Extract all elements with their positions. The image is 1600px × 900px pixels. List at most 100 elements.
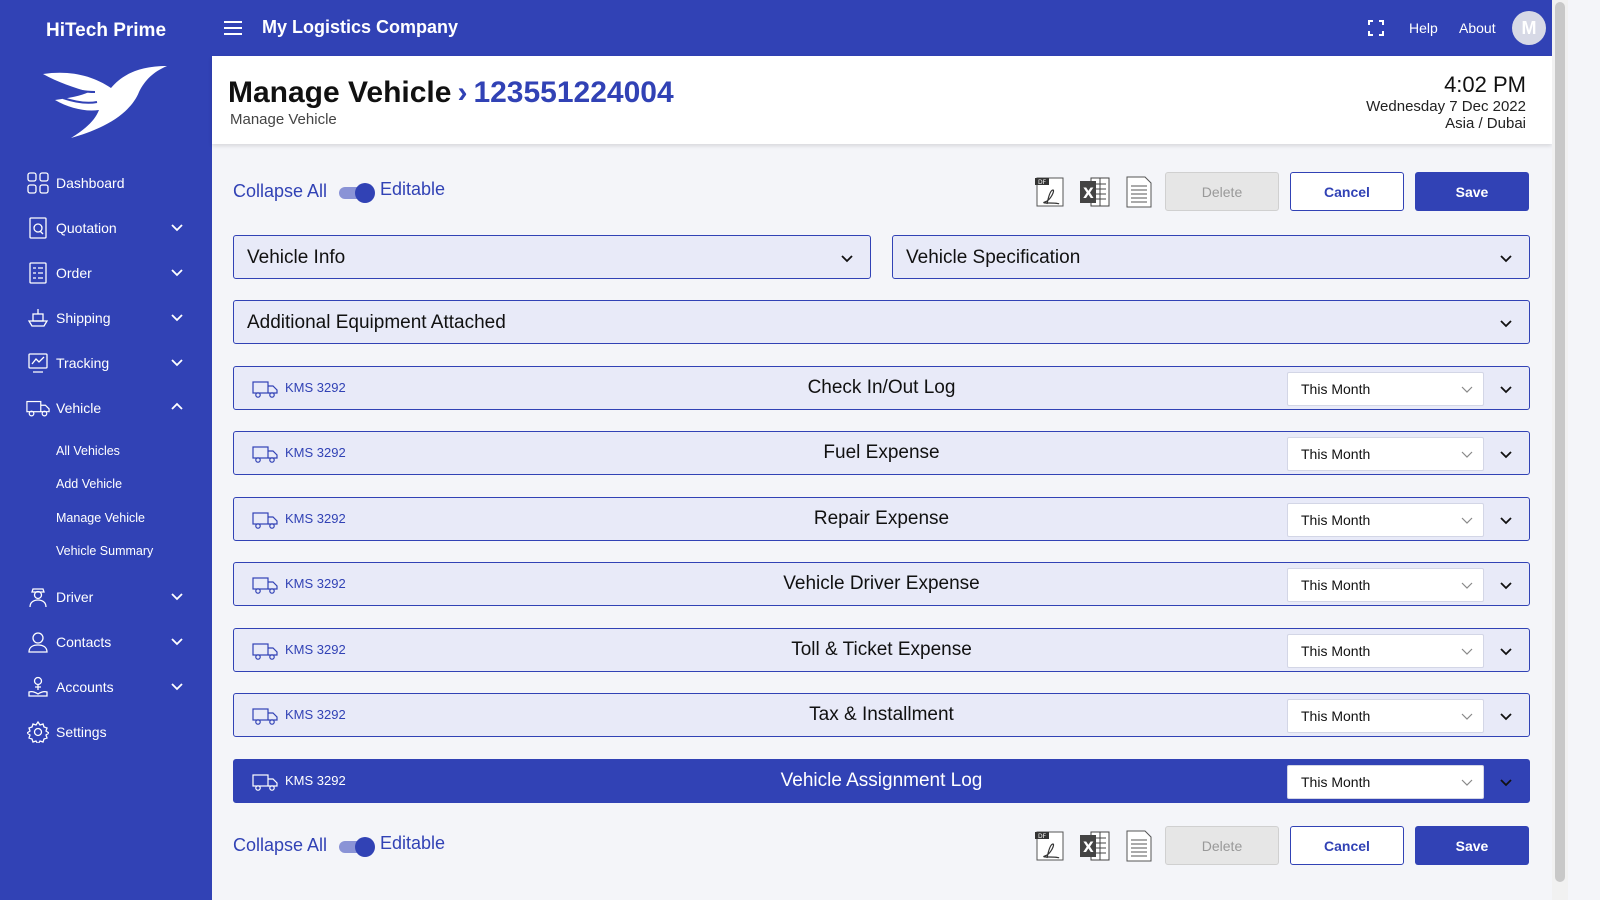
log-row-tax-installment[interactable]: KMS 3292 Tax & Installment This Month: [233, 693, 1530, 737]
svg-text:X: X: [1083, 840, 1094, 856]
cancel-button[interactable]: Cancel: [1290, 826, 1404, 865]
collapse-all-link[interactable]: Collapse All: [233, 181, 327, 202]
panel-title: Vehicle Info: [247, 247, 346, 268]
vehicle-specification-panel[interactable]: Vehicle Specification: [892, 235, 1530, 279]
avatar[interactable]: M: [1512, 11, 1546, 45]
about-link[interactable]: About: [1459, 20, 1496, 36]
sidebar-item-label: Vehicle: [56, 399, 102, 416]
vehicle-plate: KMS 3292: [285, 511, 346, 526]
delete-button[interactable]: Delete: [1165, 172, 1279, 211]
sidebar-item-settings[interactable]: Settings: [0, 709, 212, 754]
chevron-down-icon: [1500, 451, 1512, 459]
chevron-down-icon: [1500, 255, 1512, 263]
sidebar-item-label: Settings: [56, 723, 107, 740]
period-select-value: This Month: [1301, 577, 1371, 593]
submenu-all-vehicles[interactable]: All Vehicles: [0, 434, 212, 468]
chevron-up-icon: [171, 402, 183, 410]
period-select[interactable]: This Month: [1287, 568, 1484, 602]
editable-toggle[interactable]: [339, 182, 375, 203]
submenu-vehicle-summary[interactable]: Vehicle Summary: [0, 535, 212, 569]
truck-icon: [252, 708, 278, 725]
sidebar-item-label: Quotation: [56, 219, 117, 236]
save-button[interactable]: Save: [1415, 172, 1529, 211]
pdf-export-icon[interactable]: DF: [1033, 828, 1069, 864]
sidebar-item-label: Tracking: [56, 354, 110, 371]
log-row-vehicle-assignment[interactable]: KMS 3292 Vehicle Assignment Log This Mon…: [233, 759, 1530, 803]
sidebar-item-tracking[interactable]: Tracking: [0, 340, 212, 385]
sidebar-item-order[interactable]: Order: [0, 250, 212, 295]
sidebar-item-quotation[interactable]: Quotation: [0, 205, 212, 250]
svg-text:DF: DF: [1038, 833, 1047, 840]
editable-label: Editable: [380, 833, 446, 853]
chevron-down-icon: [171, 359, 183, 367]
period-select-value: This Month: [1301, 774, 1371, 790]
editable-toggle[interactable]: [339, 836, 375, 857]
chevron-down-icon: [841, 255, 853, 263]
top-toolbar: Collapse All Editable DF X Delete Cancel…: [233, 171, 1530, 213]
chevron-down-icon: [1500, 386, 1512, 394]
chevron-down-icon: [1500, 713, 1512, 721]
page-subtitle: Manage Vehicle: [230, 111, 337, 128]
collapse-all-link[interactable]: Collapse All: [233, 835, 327, 856]
delete-button[interactable]: Delete: [1165, 826, 1279, 865]
scrollbar-thumb[interactable]: [1555, 2, 1565, 882]
sidebar-item-contacts[interactable]: Contacts: [0, 619, 212, 664]
document-export-icon[interactable]: [1121, 828, 1157, 864]
chevron-down-icon: [1461, 648, 1473, 655]
period-select[interactable]: This Month: [1287, 503, 1484, 537]
period-select[interactable]: This Month: [1287, 699, 1484, 733]
sidebar-item-vehicle[interactable]: Vehicle: [0, 385, 212, 430]
period-select[interactable]: This Month: [1287, 372, 1484, 406]
period-select[interactable]: This Month: [1287, 765, 1484, 799]
clock-date: Wednesday 7 Dec 2022: [1366, 98, 1526, 115]
log-row-repair-expense[interactable]: KMS 3292 Repair Expense This Month: [233, 497, 1530, 541]
cancel-button[interactable]: Cancel: [1290, 172, 1404, 211]
hamburger-menu-icon[interactable]: [222, 17, 244, 39]
top-bar: My Logistics Company Help About M: [212, 0, 1552, 56]
sidebar-nav: Dashboard Quotation Order Shipping Track…: [0, 160, 212, 754]
dashboard-icon: [26, 171, 50, 195]
contacts-icon: [26, 630, 50, 654]
excel-export-icon[interactable]: X: [1077, 174, 1113, 210]
submenu-add-vehicle[interactable]: Add Vehicle: [0, 468, 212, 502]
chevron-down-icon: [1461, 451, 1473, 458]
truck-icon: [252, 774, 278, 791]
fullscreen-icon[interactable]: [1367, 19, 1385, 37]
vertical-scrollbar[interactable]: [1552, 0, 1568, 900]
log-row-vehicle-driver-expense[interactable]: KMS 3292 Vehicle Driver Expense This Mon…: [233, 562, 1530, 606]
sidebar: HiTech Prime Dashboard Quotation Order S…: [0, 0, 212, 900]
sidebar-item-driver[interactable]: Driver: [0, 574, 212, 619]
vehicle-plate: KMS 3292: [285, 380, 346, 395]
truck-icon: [252, 446, 278, 463]
period-select-value: This Month: [1301, 381, 1371, 397]
submenu-manage-vehicle[interactable]: Manage Vehicle: [0, 501, 212, 535]
brand-name: HiTech Prime: [45, 20, 167, 41]
sidebar-item-dashboard[interactable]: Dashboard: [0, 160, 212, 205]
log-row-fuel-expense[interactable]: KMS 3292 Fuel Expense This Month: [233, 431, 1530, 475]
vehicle-info-panel[interactable]: Vehicle Info: [233, 235, 871, 279]
log-row-toll-ticket-expense[interactable]: KMS 3292 Toll & Ticket Expense This Mont…: [233, 628, 1530, 672]
clock-timezone: Asia / Dubai: [1445, 115, 1526, 132]
chevron-down-icon: [1461, 779, 1473, 786]
sidebar-item-accounts[interactable]: Accounts: [0, 664, 212, 709]
save-button[interactable]: Save: [1415, 826, 1529, 865]
sidebar-item-label: Accounts: [56, 678, 114, 695]
period-select[interactable]: This Month: [1287, 437, 1484, 471]
excel-export-icon[interactable]: X: [1077, 828, 1113, 864]
vehicle-plate: KMS 3292: [285, 707, 346, 722]
sidebar-item-label: Shipping: [56, 309, 111, 326]
document-export-icon[interactable]: [1121, 174, 1157, 210]
page-header: Manage Vehicle › 123551224004 Manage Vehic…: [212, 56, 1552, 144]
additional-equipment-panel[interactable]: Additional Equipment Attached: [233, 300, 1530, 344]
sidebar-item-shipping[interactable]: Shipping: [0, 295, 212, 340]
vehicle-id: 123551224004: [473, 76, 674, 109]
tracking-icon: [26, 351, 50, 375]
period-select[interactable]: This Month: [1287, 634, 1484, 668]
log-row-check-in-out[interactable]: KMS 3292 Check In/Out Log This Month: [233, 366, 1530, 410]
order-icon: [26, 261, 50, 285]
bird-logo-icon: [43, 66, 167, 138]
settings-icon: [26, 720, 50, 744]
pdf-export-icon[interactable]: DF: [1033, 174, 1069, 210]
help-link[interactable]: Help: [1409, 20, 1438, 36]
period-select-value: This Month: [1301, 643, 1371, 659]
